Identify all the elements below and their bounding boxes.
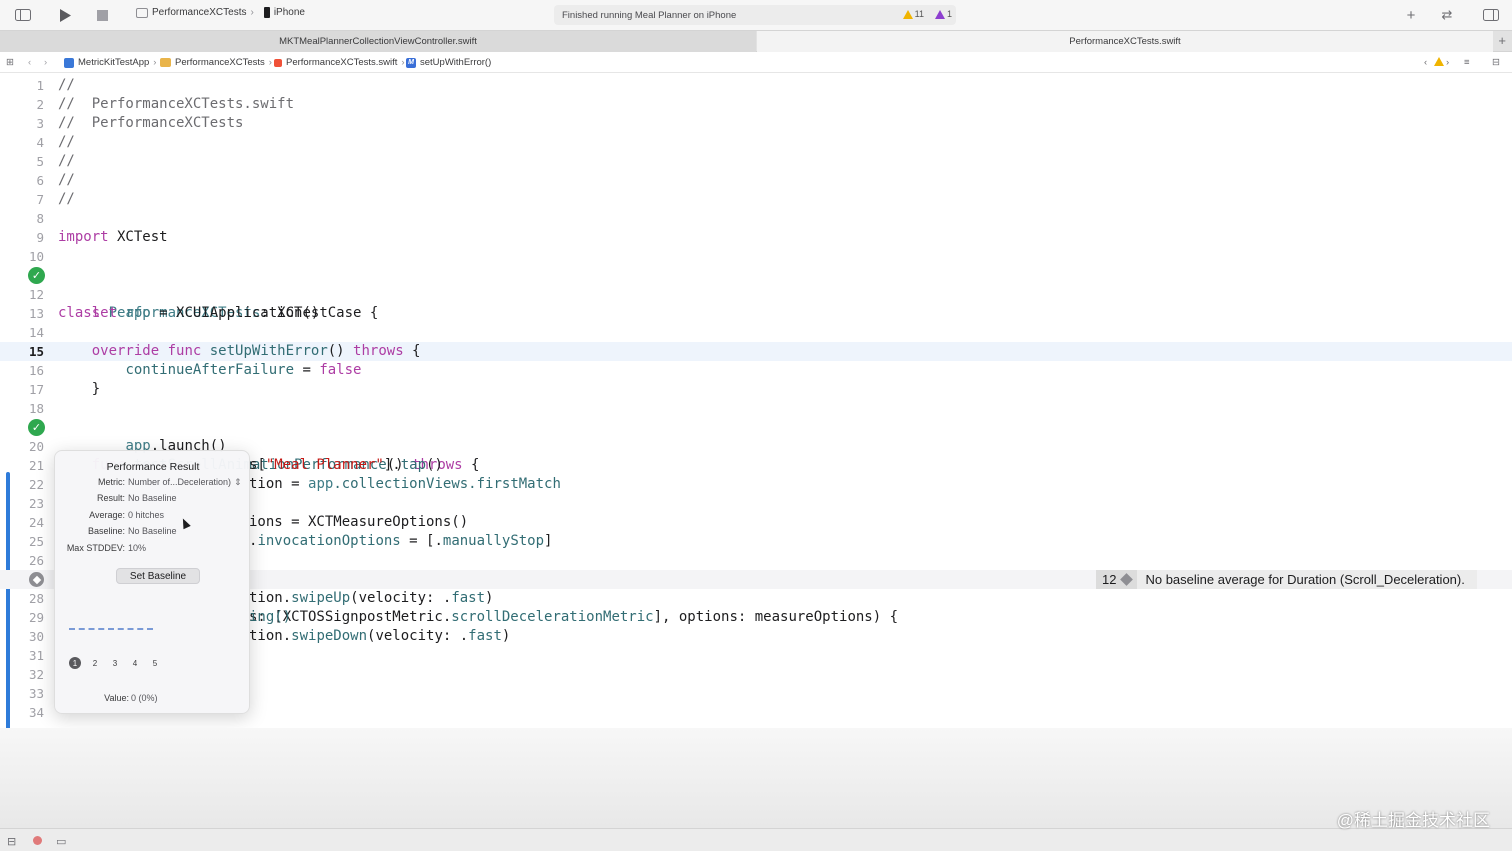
breadcrumb-file[interactable]: PerformanceXCTests.swift ›	[274, 57, 405, 68]
code-line[interactable]: 12	[0, 285, 1512, 304]
run-icon[interactable]	[56, 6, 74, 24]
code-line[interactable]: 5//	[0, 152, 1512, 171]
status-bar: ⊟ ▭	[0, 828, 1512, 851]
method-icon: M	[406, 57, 416, 68]
code-line[interactable]: ✓ class PerformanceXCTests: XCTestCase {	[0, 266, 1512, 321]
forward-icon[interactable]: ›	[44, 57, 47, 68]
set-baseline-button[interactable]: Set Baseline	[116, 568, 200, 584]
split-editor-icon[interactable]: ⊟	[1492, 57, 1500, 68]
runtime-issue-icon	[934, 9, 945, 19]
code-review-icon[interactable]: ⇄	[1438, 6, 1456, 24]
code-line[interactable]: 14	[0, 323, 1512, 342]
metric-select[interactable]: Number of...Deceleration)	[128, 477, 231, 487]
chevron-right-icon: ›	[250, 7, 254, 18]
activity-view: Finished running Meal Planner on iPhone …	[554, 5, 956, 25]
performance-result-icon[interactable]	[29, 572, 44, 587]
chevron-right-icon: ›	[153, 57, 157, 68]
metric-row[interactable]: Metric: Number of...Deceleration) ⇕	[55, 477, 251, 491]
project-icon	[64, 57, 74, 68]
code-line-current[interactable]: 15 override func setUpWithError() throws…	[0, 342, 1512, 361]
issue-message: No baseline average for Duration (Scroll…	[1145, 572, 1465, 587]
run-4[interactable]: 4	[129, 657, 141, 669]
popover-title: Performance Result	[106, 461, 200, 473]
warning-count[interactable]: 11	[902, 9, 924, 19]
warning-icon[interactable]	[1434, 57, 1444, 66]
run-1[interactable]: 1	[69, 657, 81, 669]
previous-issue-icon[interactable]: ‹	[1424, 57, 1427, 68]
library-add-icon[interactable]: +	[1402, 6, 1420, 24]
tab-collection-view-controller[interactable]: MKTMealPlannerCollectionViewController.s…	[0, 31, 756, 52]
code-line[interactable]: 1//	[0, 76, 1512, 95]
chevron-up-down-icon[interactable]: ⇕	[234, 477, 242, 487]
run-selector: 1 2 3 4 5	[69, 657, 161, 669]
code-line[interactable]: 9 import XCTest	[0, 228, 1512, 247]
baseline-row: Baseline: No Baseline	[87, 526, 177, 536]
scheme-selector[interactable]: PerformanceXCTests › iPhone	[136, 7, 305, 18]
stddev-row: Max STDDEV: 10%	[66, 543, 147, 553]
breakpoint-toggle-icon[interactable]: ▭	[56, 835, 66, 848]
code-line[interactable]: 18	[0, 399, 1512, 418]
device-name: iPhone	[273, 7, 305, 18]
code-line[interactable]: 6//	[0, 171, 1512, 190]
test-passed-icon[interactable]: ✓	[28, 267, 45, 284]
warning-icon	[902, 9, 913, 19]
error-count[interactable]: 1	[934, 9, 952, 19]
code-line[interactable]: 3// PerformanceXCTests	[0, 114, 1512, 133]
stop-icon[interactable]	[93, 6, 111, 24]
hide-debug-area-icon[interactable]: ⊟	[7, 835, 16, 848]
swift-file-icon	[274, 58, 282, 67]
new-tab-icon[interactable]: +	[1498, 33, 1506, 48]
code-line[interactable]: 8	[0, 209, 1512, 228]
issue-count[interactable]: 12	[1096, 570, 1138, 589]
code-line[interactable]: 4//	[0, 133, 1512, 152]
performance-result-popover: Performance Result Metric: Number of...D…	[54, 450, 250, 714]
code-line[interactable]: ✓ func testScrollAnimationPerformance() …	[0, 418, 1512, 473]
code-line[interactable]: 13 let app = XCUIApplication()	[0, 304, 1512, 323]
code-line[interactable]: 10	[0, 247, 1512, 266]
debug-area	[0, 728, 1512, 828]
run-3[interactable]: 3	[109, 657, 121, 669]
watermark: @稀土掘金技术社区	[1336, 811, 1490, 830]
result-chart-line	[69, 628, 153, 630]
breadcrumb-project[interactable]: MetricKitTestApp ›	[64, 57, 156, 68]
folder-icon	[160, 58, 171, 67]
navigator-toggle-icon[interactable]	[14, 6, 32, 24]
test-passed-icon[interactable]: ✓	[28, 419, 45, 436]
code-line[interactable]: 2// PerformanceXCTests.swift	[0, 95, 1512, 114]
run-2[interactable]: 2	[89, 657, 101, 669]
scheme-name: PerformanceXCTests	[152, 7, 247, 18]
activity-status: Finished running Meal Planner on iPhone	[562, 9, 737, 21]
chevron-right-icon: ›	[401, 57, 405, 68]
diamond-icon	[1120, 573, 1134, 586]
code-line[interactable]: 16 continueAfterFailure = false	[0, 361, 1512, 380]
run-5[interactable]: 5	[149, 657, 161, 669]
related-items-icon[interactable]: ⊞	[6, 57, 14, 68]
inspector-toggle-icon[interactable]	[1482, 6, 1500, 24]
iphone-icon	[263, 7, 270, 18]
toolbar: PerformanceXCTests › iPhone Finished run…	[0, 0, 1512, 30]
chevron-right-icon: ›	[268, 57, 272, 68]
code-line[interactable]: 7//	[0, 190, 1512, 209]
editor-options-icon[interactable]: ≡	[1464, 57, 1470, 68]
next-issue-icon[interactable]: ›	[1446, 57, 1449, 68]
average-row: Average: 0 hitches	[89, 510, 165, 520]
back-icon[interactable]: ‹	[28, 57, 31, 68]
breadcrumb-symbol[interactable]: M setUpWithError()	[406, 57, 491, 68]
breadcrumb-group[interactable]: PerformanceXCTests ›	[160, 57, 272, 68]
inline-issue[interactable]: 12 No baseline average for Duration (Scr…	[1096, 570, 1477, 589]
tab-bar: MKTMealPlannerCollectionViewController.s…	[0, 30, 1512, 52]
code-line[interactable]: 17 }	[0, 380, 1512, 399]
scheme-icon	[136, 7, 148, 18]
result-row: Result: No Baseline	[96, 493, 177, 503]
breakpoints-icon[interactable]	[33, 836, 42, 845]
tab-performance-xctests[interactable]: PerformanceXCTests.swift	[757, 31, 1493, 52]
jump-bar: ⊞ ‹ › MetricKitTestApp › PerformanceXCTe…	[0, 52, 1512, 73]
